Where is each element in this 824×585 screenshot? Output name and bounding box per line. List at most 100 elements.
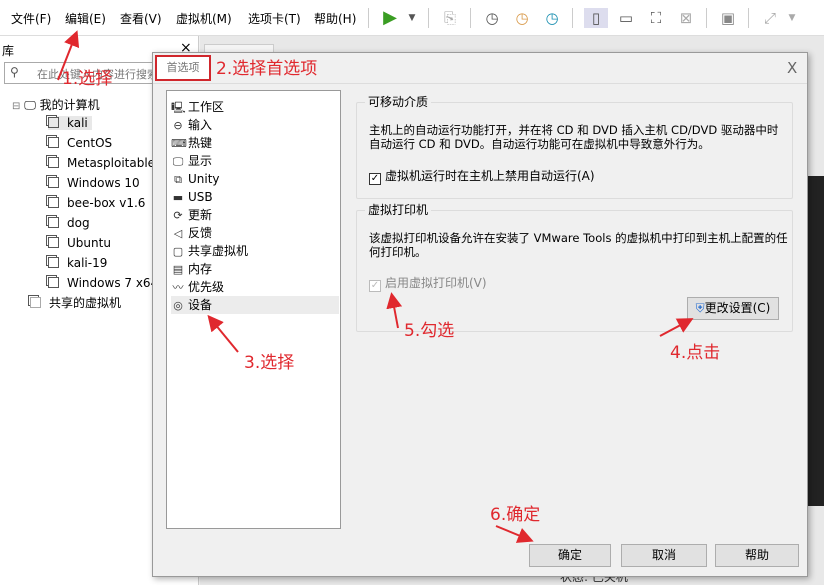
category-label: 输入 [188, 118, 213, 132]
category-display[interactable]: 🖵 显示 [171, 152, 339, 170]
shared-vm-icon: ▢ [172, 245, 184, 258]
category-label: USB [188, 190, 213, 204]
computer-icon: 🖵 [24, 98, 36, 112]
category-label: 显示 [188, 154, 213, 168]
play-icon[interactable]: ▶ [380, 8, 400, 28]
tree-vm[interactable]: CentOS [48, 136, 112, 150]
separator [748, 8, 749, 28]
vm-label: Metasploitable [67, 156, 156, 170]
dropdown-icon[interactable]: ▼ [402, 8, 422, 28]
collapse-icon[interactable]: ⊟ [12, 101, 20, 112]
group-title: 虚拟打印机 [365, 201, 432, 218]
cancel-button[interactable]: 取消 [621, 544, 707, 567]
category-label: 内存 [188, 262, 213, 276]
revert-snapshot-icon[interactable]: ◷ [512, 8, 532, 28]
display-icon: 🖵 [172, 155, 184, 168]
change-settings-button[interactable]: ⛨更改设置(C) [687, 297, 779, 320]
vm-icon [48, 117, 59, 128]
vm-label: Ubuntu [67, 236, 111, 250]
unity-icon[interactable]: ⊠ [676, 8, 696, 28]
tree-vm[interactable]: Windows 7 x64 [48, 276, 158, 290]
virtual-printer-group: 虚拟打印机 该虚拟打印机设备允许在安装了 VMware Tools 的虚拟机中打… [356, 201, 793, 332]
dialog-title: 首选项 [155, 55, 211, 81]
tree-root[interactable]: ⊟ 🖵 我的计算机 [12, 96, 100, 113]
menu-edit[interactable]: 编辑(E) [65, 10, 106, 27]
shield-icon: ⛨ [695, 301, 705, 315]
show-library-icon[interactable]: ▯ [584, 8, 608, 28]
vm-preview [808, 176, 824, 506]
ok-button[interactable]: 确定 [529, 544, 611, 567]
send-keys-icon[interactable]: ⎘ [440, 8, 460, 28]
separator [368, 8, 369, 28]
menu-view[interactable]: 查看(V) [120, 10, 162, 27]
vm-icon [48, 237, 59, 248]
enable-printer-checkbox[interactable]: ✓ 启用虚拟打印机(V) [369, 274, 487, 292]
checkbox-icon[interactable]: ✓ [369, 280, 381, 292]
tree-vm[interactable]: kali [48, 116, 92, 130]
category-label: 共享虚拟机 [188, 244, 249, 258]
category-hotkeys[interactable]: ⌨热键 [171, 134, 339, 152]
shared-vm-icon [30, 297, 41, 308]
tree-vm[interactable]: Windows 10 [48, 176, 140, 190]
vm-label: bee-box v1.6 [67, 196, 146, 210]
console-icon[interactable]: ▣ [718, 8, 738, 28]
usb-icon: ▬ [172, 191, 184, 204]
category-usb[interactable]: ▬ USB [171, 188, 339, 206]
checkbox-icon[interactable]: ✓ [369, 173, 381, 185]
menu-tabs[interactable]: 选项卡(T) [248, 10, 301, 27]
menu-help[interactable]: 帮助(H) [314, 10, 356, 27]
printer-description: 该虚拟打印机设备允许在安装了 VMware Tools 的虚拟机中打印到主机上配… [369, 231, 788, 259]
removable-description: 主机上的自动运行功能打开，并在将 CD 和 DVD 插入主机 CD/DVD 驱动… [369, 123, 779, 151]
tree-shared[interactable]: 共享的虚拟机 [30, 294, 121, 311]
tree-vm[interactable]: Ubuntu [48, 236, 111, 250]
category-feedback[interactable]: ◁ 反馈 [171, 224, 339, 242]
category-updates[interactable]: ⟳ 更新 [171, 206, 339, 224]
menu-vm[interactable]: 虚拟机(M) [176, 10, 232, 27]
disable-autorun-checkbox[interactable]: ✓ 虚拟机运行时在主机上禁用自动运行(A) [369, 167, 595, 185]
separator [470, 8, 471, 28]
menubar: 文件(F) 编辑(E) 查看(V) 虚拟机(M) 选项卡(T) 帮助(H) ▶ … [0, 0, 824, 36]
search-icon: ⚲ [10, 65, 19, 79]
menu-file[interactable]: 文件(F) [11, 10, 51, 27]
keyboard-icon: ⌨ [171, 137, 187, 150]
dropdown-icon[interactable]: ▼ [782, 8, 802, 28]
category-label: 设备 [188, 298, 213, 312]
refresh-icon: ⟳ [173, 209, 183, 222]
tree-vm[interactable]: dog [48, 216, 90, 230]
vm-icon [48, 197, 59, 208]
category-label: 反馈 [188, 226, 213, 240]
tree-vm[interactable]: Metasploitable [48, 156, 155, 170]
category-label: 热键 [188, 136, 213, 150]
close-dialog-button[interactable]: X [787, 59, 797, 77]
vm-label: CentOS [67, 136, 113, 150]
category-input[interactable]: ⊖ 输入 [171, 116, 339, 134]
priority-icon: 〰 [172, 281, 184, 294]
category-devices[interactable]: ◎ 设备 [171, 296, 339, 314]
category-shared-vms[interactable]: ▢ 共享虚拟机 [171, 242, 339, 260]
stretch-icon[interactable]: ⤢ [760, 8, 780, 28]
category-memory[interactable]: ▤ 内存 [171, 260, 339, 278]
category-priority[interactable]: 〰优先级 [171, 278, 339, 296]
button-label: 更改设置(C) [704, 301, 771, 315]
snapshot-icon[interactable]: ◷ [482, 8, 502, 28]
feedback-icon: ◁ [173, 227, 183, 240]
checkbox-label: 启用虚拟打印机(V) [385, 276, 487, 290]
thumbnail-icon[interactable]: ▭ [616, 8, 636, 28]
help-button[interactable]: 帮助 [715, 544, 799, 567]
library-title: 库 [2, 44, 15, 58]
category-workspace[interactable]: 🖳 工作区 [171, 98, 339, 116]
category-list[interactable]: 🖳 工作区 ⊖ 输入 ⌨热键 🖵 显示 ⧉ Unity ▬ USB ⟳ 更新 ◁ 反馈 ▢ 共享… [166, 90, 341, 529]
annotation-6: 6.确定 [490, 505, 541, 525]
category-unity[interactable]: ⧉ Unity [171, 170, 339, 188]
annotation-5: 5.勾选 [404, 321, 455, 341]
vm-label: kali-19 [67, 256, 108, 270]
tree-vm[interactable]: bee-box v1.6 [48, 196, 145, 210]
annotation-3: 3.选择 [244, 353, 295, 373]
device-icon: ◎ [173, 299, 183, 312]
tree-vm[interactable]: kali-19 [48, 256, 107, 270]
shared-label: 共享的虚拟机 [49, 296, 122, 310]
fullscreen-icon[interactable]: ⛶ [646, 8, 666, 28]
category-label: 优先级 [188, 280, 225, 294]
snapshot-manager-icon[interactable]: ◷ [542, 8, 562, 28]
vm-icon [48, 137, 59, 148]
